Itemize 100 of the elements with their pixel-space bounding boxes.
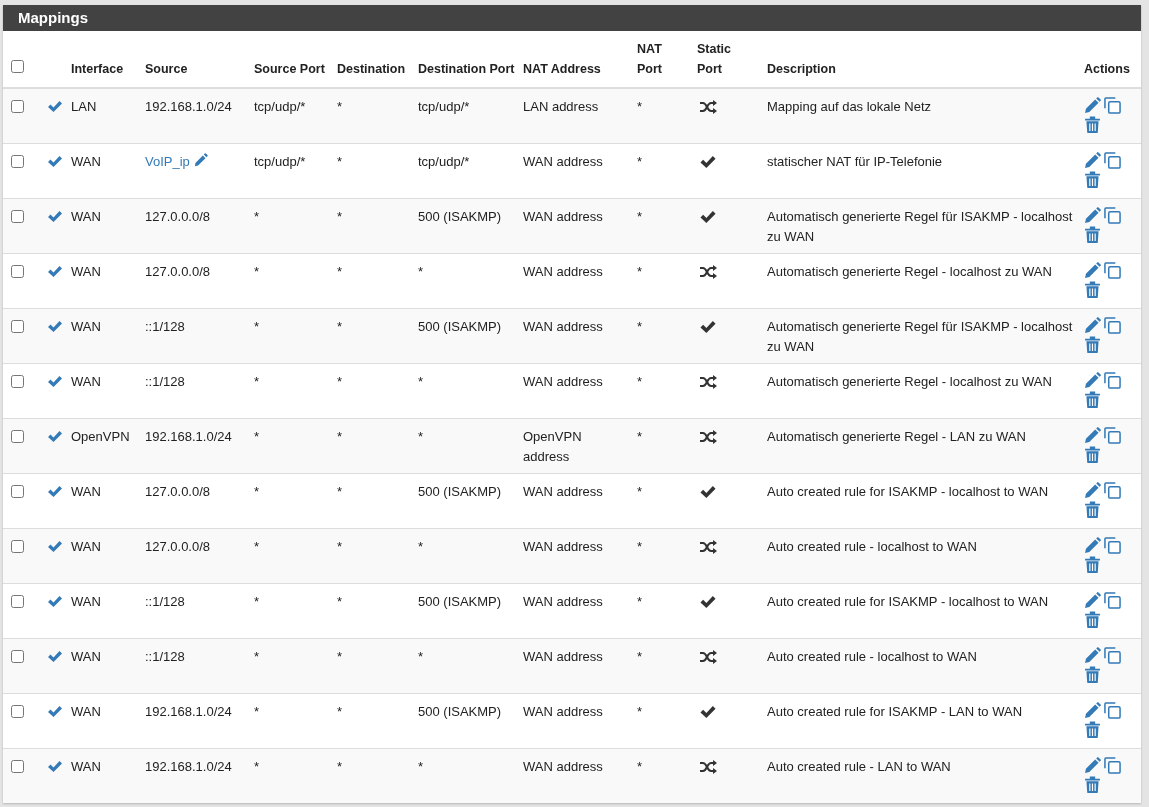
edit-pencil-icon[interactable]	[1084, 97, 1101, 114]
destination-cell: *	[337, 209, 343, 224]
enabled-check-icon[interactable]	[47, 265, 63, 278]
row-checkbox[interactable]	[11, 760, 24, 773]
trash-icon[interactable]	[1084, 116, 1101, 133]
source-cell: 192.168.1.0/24	[145, 99, 232, 114]
copy-icon[interactable]	[1104, 537, 1121, 554]
copy-icon[interactable]	[1104, 482, 1121, 499]
nat-address-cell: WAN address	[523, 154, 603, 169]
trash-icon[interactable]	[1084, 446, 1101, 463]
trash-icon[interactable]	[1084, 666, 1101, 683]
enabled-check-icon[interactable]	[47, 375, 63, 388]
enabled-check-icon[interactable]	[47, 155, 63, 168]
edit-pencil-icon[interactable]	[1084, 482, 1101, 499]
source-cell: 192.168.1.0/24	[145, 759, 232, 774]
nat-address-cell: WAN address	[523, 484, 603, 499]
source-port-cell: *	[254, 649, 260, 664]
trash-icon[interactable]	[1084, 501, 1101, 518]
row-checkbox[interactable]	[11, 705, 24, 718]
enabled-check-icon[interactable]	[47, 100, 63, 113]
destination-cell: *	[337, 649, 343, 664]
source-port-cell: *	[254, 594, 260, 609]
copy-icon[interactable]	[1104, 152, 1121, 169]
trash-icon[interactable]	[1084, 226, 1101, 243]
copy-icon[interactable]	[1104, 757, 1121, 774]
nat-address-cell: OpenVPN address	[523, 429, 582, 464]
row-checkbox[interactable]	[11, 210, 24, 223]
enabled-check-icon[interactable]	[47, 430, 63, 443]
description-cell: Auto created rule - LAN to WAN	[767, 759, 951, 774]
description-cell: Automatisch generierte Regel für ISAKMP - localhost zu WAN	[767, 319, 1073, 354]
copy-icon[interactable]	[1104, 207, 1121, 224]
row-checkbox[interactable]	[11, 540, 24, 553]
enabled-check-icon[interactable]	[47, 760, 63, 773]
destination-port-cell: *	[418, 429, 424, 444]
enabled-check-icon[interactable]	[47, 595, 63, 608]
trash-icon[interactable]	[1084, 281, 1101, 298]
edit-pencil-icon[interactable]	[1084, 537, 1101, 554]
trash-icon[interactable]	[1084, 721, 1101, 738]
row-checkbox[interactable]	[11, 100, 24, 113]
enabled-check-icon[interactable]	[47, 320, 63, 333]
copy-icon[interactable]	[1104, 372, 1121, 389]
copy-icon[interactable]	[1104, 647, 1121, 664]
row-checkbox[interactable]	[11, 320, 24, 333]
interface-cell: WAN	[71, 209, 101, 224]
nat-address-cell: WAN address	[523, 264, 603, 279]
row-checkbox[interactable]	[11, 650, 24, 663]
source-port-cell: *	[254, 429, 260, 444]
enabled-check-icon[interactable]	[47, 210, 63, 223]
enabled-check-icon[interactable]	[47, 485, 63, 498]
edit-pencil-icon[interactable]	[1084, 592, 1101, 609]
trash-icon[interactable]	[1084, 776, 1101, 793]
trash-icon[interactable]	[1084, 336, 1101, 353]
row-checkbox[interactable]	[11, 430, 24, 443]
edit-pencil-icon[interactable]	[1084, 372, 1101, 389]
copy-icon[interactable]	[1104, 262, 1121, 279]
copy-icon[interactable]	[1104, 317, 1121, 334]
enabled-check-icon[interactable]	[47, 705, 63, 718]
row-checkbox[interactable]	[11, 485, 24, 498]
row-checkbox[interactable]	[11, 265, 24, 278]
row-checkbox[interactable]	[11, 595, 24, 608]
interface-cell: LAN	[71, 99, 97, 114]
nat-port-cell: *	[637, 154, 643, 169]
edit-pencil-icon[interactable]	[1084, 262, 1101, 279]
destination-port-cell: *	[418, 649, 424, 664]
source-port-cell: tcp/udp/*	[254, 99, 306, 114]
copy-icon[interactable]	[1104, 702, 1121, 719]
destination-cell: *	[337, 539, 343, 554]
edit-pencil-icon[interactable]	[1084, 702, 1101, 719]
nat-port-cell: *	[637, 704, 643, 719]
edit-pencil-icon[interactable]	[1084, 427, 1101, 444]
description-cell: Auto created rule - localhost to WAN	[767, 649, 977, 664]
destination-cell: *	[337, 374, 343, 389]
nat-address-cell: WAN address	[523, 759, 603, 774]
edit-pencil-icon[interactable]	[1084, 757, 1101, 774]
trash-icon[interactable]	[1084, 171, 1101, 188]
destination-port-cell: 500 (ISAKMP)	[418, 704, 502, 719]
copy-icon[interactable]	[1104, 427, 1121, 444]
copy-icon[interactable]	[1104, 592, 1121, 609]
row-checkbox[interactable]	[11, 375, 24, 388]
destination-port-cell: 500 (ISAKMP)	[418, 319, 502, 334]
pencil-icon[interactable]	[192, 153, 208, 168]
trash-icon[interactable]	[1084, 556, 1101, 573]
interface-cell: WAN	[71, 319, 101, 334]
edit-pencil-icon[interactable]	[1084, 152, 1101, 169]
trash-icon[interactable]	[1084, 391, 1101, 408]
enabled-check-icon[interactable]	[47, 650, 63, 663]
enabled-check-icon[interactable]	[47, 540, 63, 553]
edit-pencil-icon[interactable]	[1084, 317, 1101, 334]
edit-pencil-icon[interactable]	[1084, 647, 1101, 664]
edit-pencil-icon[interactable]	[1084, 207, 1101, 224]
row-checkbox[interactable]	[11, 155, 24, 168]
interface-cell: WAN	[71, 374, 101, 389]
trash-icon[interactable]	[1084, 611, 1101, 628]
copy-icon[interactable]	[1104, 97, 1121, 114]
interface-cell: WAN	[71, 484, 101, 499]
interface-cell: WAN	[71, 649, 101, 664]
source-cell: 127.0.0.0/8	[145, 209, 211, 224]
description-cell: Automatisch generierte Regel - localhost zu WAN	[767, 374, 1052, 389]
select-all-checkbox[interactable]	[11, 60, 24, 73]
source-alias-link[interactable]: VoIP_ip	[145, 154, 190, 169]
